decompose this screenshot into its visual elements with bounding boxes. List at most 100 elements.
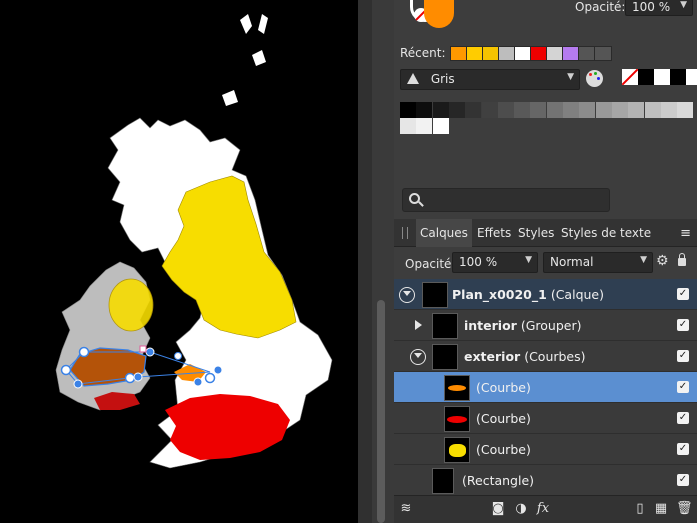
gray-swatch[interactable] [465,102,482,118]
layer-thumbnail [444,375,470,401]
gray-swatch[interactable] [644,102,661,118]
layer-name: Plan_x0020_1 (Calque) [452,287,604,302]
recent-color-swatch[interactable] [514,46,532,61]
layer-row-plan[interactable]: Plan_x0020_1 (Calque) ✓ [394,279,697,310]
gray-swatch[interactable] [595,102,612,118]
recent-color-swatch[interactable] [450,46,468,61]
fill-color-swatch[interactable] [424,0,454,28]
gear-icon[interactable]: ⚙ [656,253,669,269]
layers-stack-icon[interactable]: ≋ [398,501,414,517]
gray-swatch[interactable] [579,102,596,118]
white-swatch[interactable] [654,69,670,85]
layer-row-interior[interactable]: interior (Grouper) ✓ [394,310,697,341]
yellow-region [161,175,297,339]
tab-styles-de-texte[interactable]: Styles de texte [557,219,655,247]
layer-row-rectangle[interactable]: (Rectangle) ✓ [394,465,697,496]
layer-thumbnail [422,282,448,308]
gray-swatch[interactable] [514,102,531,118]
node-handle [145,347,155,357]
gray-swatch[interactable] [563,102,579,118]
recent-color-swatch[interactable] [466,46,484,61]
gray-swatch[interactable] [611,102,628,118]
gray-swatch[interactable] [660,102,677,118]
gray-swatch[interactable] [448,102,465,118]
node-handle [139,345,147,353]
recent-color-swatch[interactable] [578,46,596,61]
recent-color-swatch[interactable] [594,46,612,61]
recent-color-swatch[interactable] [546,46,564,61]
gray-swatch[interactable] [400,118,416,134]
palette-dropdown[interactable]: Gris ▼ [400,69,580,90]
layer-name: (Courbe) [476,442,531,457]
blend-mode-dropdown[interactable]: Normal ▼ [543,252,653,273]
scrollbar-thumb[interactable] [377,300,385,523]
black-swatch[interactable] [638,69,654,85]
chevron-down-icon: ▼ [525,255,532,265]
group-icon[interactable]: ▦ [653,501,669,517]
node-handle [213,365,223,375]
layer-opacity-value: 100 % [459,255,498,269]
collapse-icon[interactable] [410,349,426,365]
trash-icon[interactable]: 🗑 [676,501,693,517]
visibility-checkbox[interactable]: ✓ [677,350,689,362]
expand-icon[interactable] [415,320,422,330]
gray-swatch[interactable] [677,102,694,118]
gray-swatch[interactable] [546,102,563,118]
recent-color-swatch[interactable] [482,46,500,61]
black-swatch[interactable] [670,69,686,85]
layer-thumbnail [444,406,470,432]
gray-swatch[interactable] [497,102,514,118]
gray-swatch[interactable] [628,102,645,118]
adjustment-icon[interactable]: ◑ [513,501,529,517]
layer-row-exterior[interactable]: exterior (Courbes) ✓ [394,341,697,372]
layer-row-curve-yellow[interactable]: (Courbe) ✓ [394,434,697,465]
gray-swatch[interactable] [416,118,433,134]
opacity-value: 100 % [632,0,671,14]
tab-styles[interactable]: Styles [514,219,558,247]
document-canvas[interactable] [0,0,358,523]
node-handle [204,372,216,384]
layer-thumbnail [432,313,458,339]
recent-color-swatch[interactable] [530,46,548,61]
layers-toolbar: ≋ ◙ ◑ fx ▯ ▦ 🗑 [394,495,697,523]
layer-name: interior (Grouper) [464,318,582,333]
opacity-dropdown[interactable]: 100 % ▼ [625,0,693,16]
gray-swatch[interactable] [481,102,498,118]
gray-swatch[interactable] [432,102,449,118]
gray-swatch[interactable] [530,102,547,118]
palette-icon[interactable] [586,70,603,87]
no-color-swatch[interactable] [622,69,638,85]
white-swatch[interactable] [686,69,697,85]
mask-icon[interactable]: ◙ [490,501,506,517]
layer-opacity-dropdown[interactable]: 100 % ▼ [452,252,538,273]
right-panel: Opacité: 100 % ▼ Récent: Gris ▼ Calques … [394,0,697,523]
island-shape [222,90,238,106]
visibility-checkbox[interactable]: ✓ [677,381,689,393]
island-shape [258,14,268,34]
tab-effets[interactable]: Effets [473,219,515,247]
visibility-checkbox[interactable]: ✓ [677,319,689,331]
collapse-icon[interactable] [399,287,415,303]
chevron-down-icon: ▼ [640,255,647,265]
layer-thumbnail [432,344,458,370]
layer-row-curve-red[interactable]: (Courbe) ✓ [394,403,697,434]
layer-row-curve-orange[interactable]: (Courbe) ✓ [394,372,697,403]
gray-swatch[interactable] [400,102,416,118]
new-layer-icon[interactable]: ▯ [632,501,648,517]
node-handle [78,346,90,358]
fx-icon[interactable]: fx [535,501,551,517]
visibility-checkbox[interactable]: ✓ [677,443,689,455]
recent-color-swatch[interactable] [562,46,580,61]
visibility-checkbox[interactable]: ✓ [677,288,689,300]
canvas-edge [358,0,372,523]
recent-color-swatch[interactable] [498,46,516,61]
tab-calques[interactable]: Calques [416,219,472,247]
visibility-checkbox[interactable]: ✓ [677,474,689,486]
gray-swatch[interactable] [432,118,449,134]
gray-swatch[interactable] [416,102,433,118]
yellow-ni-region [108,278,154,332]
uk-ireland-map[interactable] [0,0,358,523]
menu-icon[interactable]: ≡ [680,226,691,241]
visibility-checkbox[interactable]: ✓ [677,412,689,424]
swatch-search-field[interactable] [402,188,610,212]
